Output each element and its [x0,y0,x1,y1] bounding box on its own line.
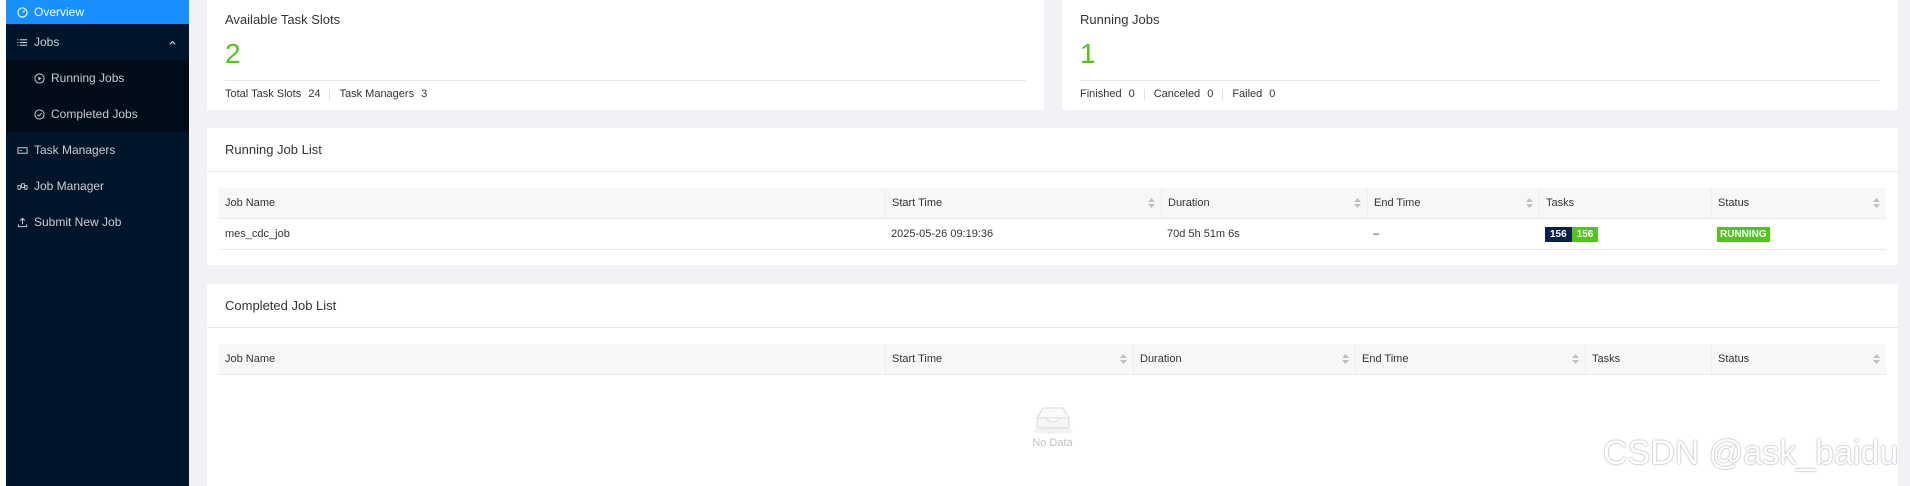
stat-value: 0 [1269,88,1276,100]
sort-icon[interactable] [1120,354,1127,364]
jobs-submenu: Running Jobs Completed Jobs [6,60,189,132]
cluster-icon [16,180,28,192]
sort-icon[interactable] [1873,354,1880,364]
sort-icon[interactable] [1354,198,1361,208]
sidebar-item-submit-new-job[interactable]: Submit New Job [6,204,189,240]
divider [207,171,1898,172]
sort-icon[interactable] [1148,198,1155,208]
separator [1143,88,1145,100]
sidebar-item-label: Submit New Job [34,215,122,229]
tasks-total-badge: 156 [1545,226,1572,242]
sidebar-item-overview[interactable]: Overview [6,0,189,24]
completed-table-header: Job Name Start Time Duration End Time Ta… [219,344,1886,375]
sort-icon[interactable] [1526,198,1533,208]
main-content: Available Task Slots 2 Total Task Slots … [189,0,1910,486]
check-circle-icon [33,108,45,120]
duration-cell: 70d 5h 51m 6s [1167,228,1240,240]
sidebar-item-label: Task Managers [34,143,116,157]
divider [207,327,1898,328]
sidebar-item-label: Jobs [34,35,60,49]
stat-label: Canceled [1153,88,1201,100]
start-time-cell: 2025-05-26 09:19:36 [891,228,994,240]
separator [329,88,331,100]
chevron-up-icon[interactable] [168,36,177,50]
sidebar-item-jobs[interactable]: Jobs [6,24,189,60]
stat-value: 3 [421,88,428,100]
sidebar-item-label: Completed Jobs [51,107,138,121]
task-badges: 156 156 [1545,226,1599,242]
card-title: Available Task Slots [225,12,341,27]
column-header-duration[interactable]: Duration [1161,188,1367,218]
available-slots-value: 2 [225,38,241,69]
sort-icon[interactable] [1873,198,1880,208]
divider [225,80,1026,81]
tasks-running-badge: 156 [1571,226,1599,242]
running-table-header: Job Name Start Time Duration End Time Ta… [219,188,1886,219]
server-icon [16,144,28,156]
column-header-end-time[interactable]: End Time [1355,344,1585,374]
sort-icon[interactable] [1572,354,1579,364]
stat-label: Failed [1232,88,1263,100]
stat-value: 0 [1128,88,1135,100]
sidebar-item-label: Overview [34,5,85,19]
stat-label: Task Managers [339,88,415,100]
section-title: Completed Job List [225,298,337,313]
sidebar: Overview Jobs Running Jobs Completed Job… [6,0,189,486]
sidebar-item-running-jobs[interactable]: Running Jobs [6,60,189,96]
status-badge: RUNNING [1717,226,1770,242]
column-header-start-time[interactable]: Start Time [885,344,1133,374]
dashboard-icon [16,6,28,18]
list-icon [16,36,28,48]
running-jobs-card: Running Jobs 1 Finished 0 Canceled 0 Fai… [1062,0,1898,110]
upload-icon [16,216,28,228]
slots-stats: Total Task Slots 24 Task Managers 3 [225,88,427,100]
column-header-status[interactable]: Status [1711,188,1886,218]
sidebar-item-completed-jobs[interactable]: Completed Jobs [6,96,189,132]
sort-icon[interactable] [1342,354,1349,364]
column-header-tasks: Tasks [1585,344,1711,374]
divider [1080,80,1880,81]
section-title: Running Job List [225,142,322,157]
stat-label: Finished [1080,88,1122,100]
running-jobs-value: 1 [1080,38,1096,69]
column-header-duration[interactable]: Duration [1133,344,1355,374]
column-header-end-time[interactable]: End Time [1367,188,1539,218]
column-header-job-name[interactable]: Job Name [219,344,885,374]
sidebar-item-label: Job Manager [34,179,105,193]
stat-label: Total Task Slots [225,88,302,100]
sidebar-item-label: Running Jobs [51,71,125,85]
stat-value: 24 [308,88,321,100]
separator [1222,88,1224,100]
card-title: Running Jobs [1080,12,1160,27]
running-job-list-card: Running Job List Job Name Start Time Dur… [207,128,1898,265]
column-header-tasks: Tasks [1539,188,1711,218]
task-slots-card: Available Task Slots 2 Total Task Slots … [207,0,1044,110]
sidebar-item-task-managers[interactable]: Task Managers [6,132,189,168]
column-header-start-time[interactable]: Start Time [885,188,1161,218]
watermark: CSDN @ask_baidu [1603,434,1899,472]
sidebar-item-job-manager[interactable]: Job Manager [6,168,189,204]
end-time-cell: – [1373,228,1380,240]
column-header-status[interactable]: Status [1711,344,1886,374]
jobs-stats: Finished 0 Canceled 0 Failed 0 [1080,88,1275,100]
table-row[interactable]: mes_cdc_job 2025-05-26 09:19:36 70d 5h 5… [219,219,1886,250]
job-name-cell[interactable]: mes_cdc_job [219,219,885,249]
column-header-job-name[interactable]: Job Name [219,188,885,218]
stat-value: 0 [1207,88,1214,100]
play-circle-icon [33,72,45,84]
tasks-cell: 156 156 [1539,219,1711,249]
empty-inbox-icon [207,404,1898,437]
status-cell: RUNNING [1711,219,1886,249]
